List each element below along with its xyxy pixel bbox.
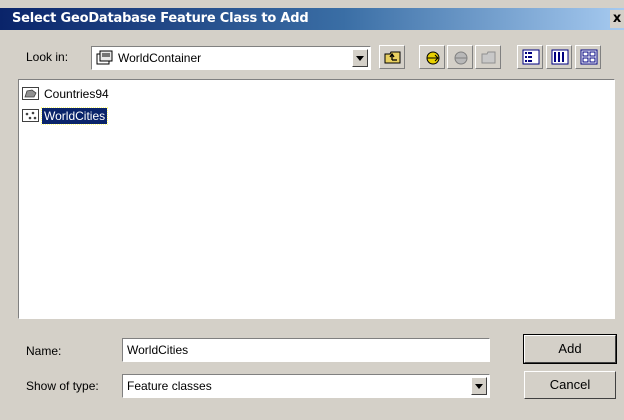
container-icon xyxy=(96,50,114,69)
name-label: Name: xyxy=(26,344,62,358)
details-view-button[interactable] xyxy=(546,45,572,69)
look-in-value: WorldContainer xyxy=(118,51,202,65)
details-view-icon xyxy=(551,49,569,65)
list-view-icon xyxy=(522,49,540,65)
file-name: WorldCities xyxy=(40,107,109,125)
thumbnails-view-button[interactable] xyxy=(575,45,601,69)
show-of-type-label: Show of type: xyxy=(26,379,99,393)
look-in-dropdown[interactable]: WorldContainer xyxy=(91,46,371,70)
show-of-type-value: Feature classes xyxy=(127,379,212,393)
disconnect-folder-icon xyxy=(454,51,468,65)
close-icon[interactable]: x xyxy=(610,10,624,28)
polygon-feature-class-icon xyxy=(22,87,40,101)
file-name: Countries94 xyxy=(44,87,109,101)
file-list[interactable]: Countries94 WorldCities xyxy=(18,79,615,319)
chevron-down-icon[interactable] xyxy=(352,49,368,67)
cancel-button[interactable]: Cancel xyxy=(524,371,616,399)
up-one-level-icon xyxy=(384,51,401,64)
connect-folder-icon xyxy=(426,51,440,65)
dialog-window: Select GeoDatabase Feature Class to Add … xyxy=(0,0,624,420)
up-one-level-button[interactable] xyxy=(379,45,405,69)
chevron-down-icon[interactable] xyxy=(471,377,487,395)
show-of-type-dropdown[interactable]: Feature classes xyxy=(122,374,490,398)
thumbnails-view-icon xyxy=(580,49,598,65)
connect-folder-button[interactable] xyxy=(419,45,445,69)
disconnect-folder-button[interactable] xyxy=(447,45,473,69)
new-folder-icon xyxy=(481,51,496,64)
point-feature-class-icon xyxy=(22,109,40,123)
title-bar[interactable]: Select GeoDatabase Feature Class to Add … xyxy=(0,8,624,30)
look-in-label: Look in: xyxy=(26,50,69,64)
new-folder-button[interactable] xyxy=(475,45,501,69)
list-view-button[interactable] xyxy=(517,45,543,69)
name-field[interactable]: WorldCities xyxy=(122,338,490,362)
name-value: WorldCities xyxy=(127,343,189,357)
add-button[interactable]: Add xyxy=(523,334,617,364)
window-title: Select GeoDatabase Feature Class to Add xyxy=(12,11,309,26)
